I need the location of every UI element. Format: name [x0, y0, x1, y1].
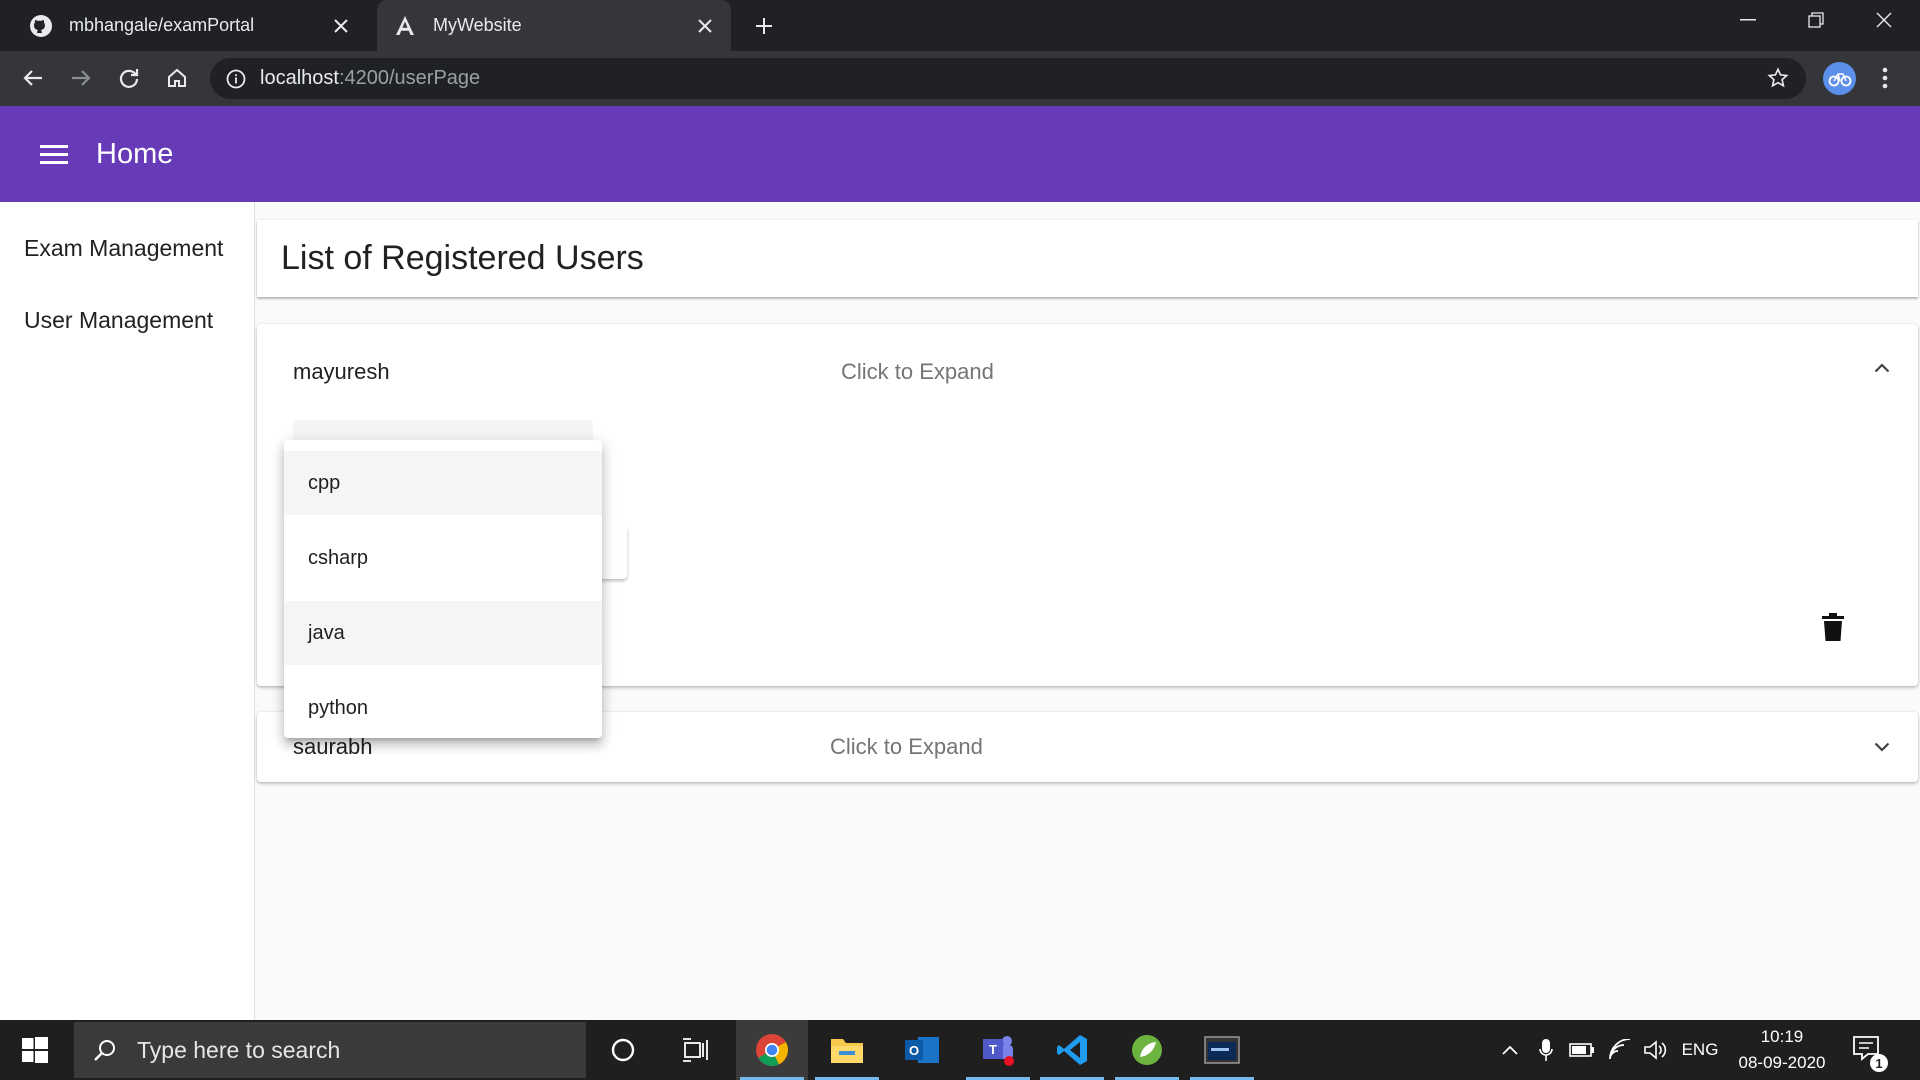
option-csharp[interactable]: csharp: [284, 526, 602, 590]
page-title: List of Registered Users: [281, 239, 644, 277]
battery-icon[interactable]: [1566, 1020, 1598, 1080]
windows-start-icon[interactable]: [0, 1020, 70, 1080]
volume-icon[interactable]: [1640, 1020, 1672, 1080]
browser-tab-github[interactable]: mbhangale/examPortal: [0, 0, 367, 51]
close-icon[interactable]: [693, 14, 717, 38]
svg-text:O: O: [909, 1043, 919, 1058]
github-icon: [29, 14, 53, 38]
teams-icon[interactable]: T: [962, 1020, 1034, 1080]
option-java[interactable]: java: [284, 601, 602, 665]
close-window-button[interactable]: [1856, 0, 1912, 40]
option-cpp[interactable]: cpp: [284, 451, 602, 515]
reload-button[interactable]: [114, 63, 144, 93]
new-tab-button[interactable]: [749, 11, 779, 41]
system-clock[interactable]: 10:19 08-09-2020: [1728, 1024, 1836, 1076]
panel-description: Click to Expand: [830, 734, 983, 759]
hamburger-menu-icon[interactable]: [38, 138, 70, 170]
windows-taskbar: Type here to search O T ENG 10:19 08-09-…: [0, 1020, 1920, 1080]
task-view-icon[interactable]: [660, 1020, 732, 1080]
nav-item-exam-management[interactable]: Exam Management: [24, 235, 223, 262]
app-title: Home: [96, 137, 174, 170]
chevron-down-icon[interactable]: [1868, 733, 1896, 761]
close-icon[interactable]: [329, 14, 353, 38]
browser-tab-mywebsite[interactable]: MyWebsite: [377, 0, 731, 51]
profile-avatar[interactable]: [1823, 62, 1856, 95]
mysql-shell-icon[interactable]: [1186, 1020, 1258, 1080]
back-button[interactable]: [18, 63, 48, 93]
url-path: :4200/userPage: [338, 67, 481, 89]
browser-toolbar: localhost:4200/userPage: [0, 51, 1920, 106]
panel-description: Click to Expand: [841, 359, 994, 384]
side-nav: Exam Management User Management: [0, 202, 255, 1020]
angular-icon: [393, 14, 417, 38]
minimize-button[interactable]: [1720, 0, 1776, 40]
user-name: mayuresh: [293, 359, 390, 384]
clock-time: 10:19: [1760, 1027, 1804, 1046]
vscode-icon[interactable]: [1036, 1020, 1108, 1080]
spring-tool-suite-icon[interactable]: [1111, 1020, 1183, 1080]
more-options-icon[interactable]: [1870, 63, 1900, 93]
file-explorer-icon[interactable]: [811, 1020, 883, 1080]
clock-date: 08-09-2020: [1738, 1053, 1826, 1072]
bookmark-star-icon[interactable]: [1764, 64, 1792, 92]
action-center-icon[interactable]: 1: [1852, 1034, 1888, 1072]
delete-icon[interactable]: [1818, 609, 1848, 645]
app-header: Home: [0, 106, 1920, 202]
option-python[interactable]: python: [284, 676, 602, 738]
cortana-icon[interactable]: [587, 1020, 659, 1080]
chevron-up-icon[interactable]: [1868, 354, 1896, 382]
notification-count: 1: [1870, 1054, 1888, 1072]
url-text: localhost:4200/userPage: [260, 67, 480, 90]
show-hidden-icons-chevron-up-icon[interactable]: [1496, 1020, 1524, 1080]
url-host: localhost: [260, 67, 339, 89]
forward-button[interactable]: [66, 63, 96, 93]
home-button[interactable]: [162, 63, 192, 93]
tab-title: mbhangale/examPortal: [69, 15, 255, 35]
tab-title: MyWebsite: [433, 15, 522, 35]
browser-tab-strip: mbhangale/examPortal MyWebsite: [0, 0, 1920, 51]
chrome-taskbar-icon[interactable]: [736, 1020, 808, 1080]
microphone-icon[interactable]: [1532, 1020, 1560, 1080]
address-bar[interactable]: localhost:4200/userPage: [210, 58, 1806, 99]
search-placeholder: Type here to search: [137, 1036, 341, 1063]
outlook-icon[interactable]: O: [886, 1020, 958, 1080]
info-icon[interactable]: [222, 65, 250, 93]
taskbar-search-box[interactable]: Type here to search: [74, 1022, 586, 1078]
nav-item-user-management[interactable]: User Management: [24, 307, 213, 334]
wifi-icon[interactable]: [1604, 1020, 1636, 1080]
language-dropdown: cpp csharp java python: [284, 440, 602, 738]
panel-header[interactable]: mayuresh Click to Expand: [257, 324, 1918, 420]
search-icon: [91, 1036, 119, 1064]
restore-button[interactable]: [1788, 0, 1844, 40]
page-title-card: List of Registered Users: [257, 220, 1918, 297]
input-language[interactable]: ENG: [1678, 1020, 1722, 1080]
svg-text:T: T: [989, 1042, 997, 1057]
